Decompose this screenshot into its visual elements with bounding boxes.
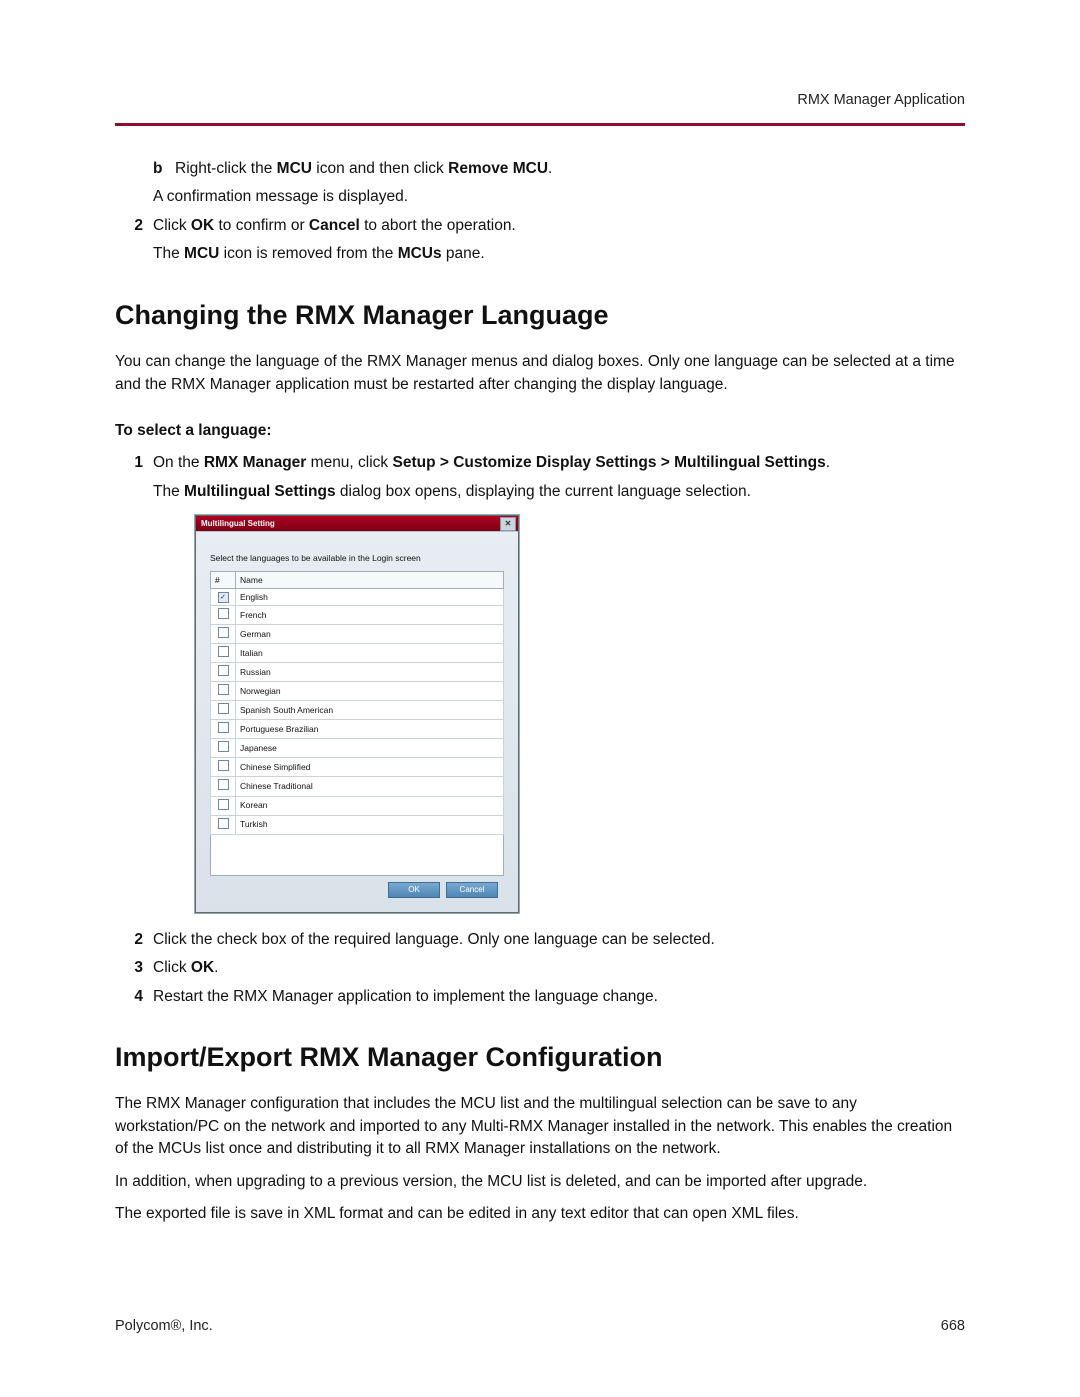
substep-label-b: b: [153, 158, 175, 180]
col-name: Name: [236, 571, 504, 588]
import-export-p1: The RMX Manager configuration that inclu…: [115, 1093, 965, 1160]
language-checkbox-cell[interactable]: ✓: [211, 589, 236, 606]
language-name: Japanese: [236, 739, 504, 758]
language-checkbox-cell[interactable]: [211, 720, 236, 739]
multilingual-setting-dialog: Multilingual Setting ✕ Select the langua…: [195, 515, 519, 912]
lang-step-1-marker: 1: [115, 452, 153, 922]
heading-change-language: Changing the RMX Manager Language: [115, 296, 965, 335]
language-name: Turkish: [236, 815, 504, 834]
language-name: Spanish South American: [236, 701, 504, 720]
language-checkbox-cell[interactable]: [211, 758, 236, 777]
footer-page: 668: [941, 1316, 965, 1337]
language-name: French: [236, 606, 504, 625]
language-checkbox-cell[interactable]: [211, 796, 236, 815]
checkbox-icon[interactable]: [218, 646, 229, 657]
lang-step-4-text: Restart the RMX Manager application to i…: [153, 986, 965, 1008]
table-row: Spanish South American: [211, 701, 504, 720]
checkbox-icon[interactable]: [218, 684, 229, 695]
language-name: Russian: [236, 663, 504, 682]
table-row: Italian: [211, 644, 504, 663]
header-section: RMX Manager Application: [115, 90, 965, 111]
table-row: Japanese: [211, 739, 504, 758]
table-row: Norwegian: [211, 682, 504, 701]
lang-step-2-text: Click the check box of the required lang…: [153, 929, 965, 951]
language-checkbox-cell[interactable]: [211, 701, 236, 720]
change-language-lead: You can change the language of the RMX M…: [115, 351, 965, 396]
step-2-note: The MCU icon is removed from the MCUs pa…: [153, 243, 965, 265]
table-row: Turkish: [211, 815, 504, 834]
language-checkbox-cell[interactable]: [211, 663, 236, 682]
checkbox-icon[interactable]: [218, 741, 229, 752]
checkbox-icon[interactable]: [218, 779, 229, 790]
table-row: Russian: [211, 663, 504, 682]
import-export-p3: The exported file is save in XML format …: [115, 1203, 965, 1225]
checkbox-icon[interactable]: [218, 665, 229, 676]
col-check: #: [211, 571, 236, 588]
language-name: German: [236, 625, 504, 644]
close-icon[interactable]: ✕: [500, 517, 516, 531]
table-row: Chinese Simplified: [211, 758, 504, 777]
language-name: Chinese Traditional: [236, 777, 504, 796]
blank-marker: [115, 158, 153, 209]
dialog-blank-area: [210, 835, 504, 876]
language-name: Portuguese Brazilian: [236, 720, 504, 739]
language-name: English: [236, 589, 504, 606]
lang-step-3-text: Click OK.: [153, 957, 965, 979]
step-2-marker: 2: [115, 215, 153, 266]
table-row: Portuguese Brazilian: [211, 720, 504, 739]
language-checkbox-cell[interactable]: [211, 606, 236, 625]
cancel-button[interactable]: Cancel: [446, 882, 498, 898]
checkbox-icon[interactable]: [218, 722, 229, 733]
checkbox-icon[interactable]: [218, 760, 229, 771]
substep-b-note: A confirmation message is displayed.: [153, 186, 965, 208]
lang-step-4-marker: 4: [115, 986, 153, 1008]
subheading-select-language: To select a language:: [115, 420, 965, 442]
language-name: Italian: [236, 644, 504, 663]
language-table: # Name ✓ EnglishFrenchGermanItalianRussia…: [210, 571, 504, 835]
checkbox-icon[interactable]: [218, 627, 229, 638]
heading-import-export: Import/Export RMX Manager Configuration: [115, 1038, 965, 1077]
ok-button[interactable]: OK: [388, 882, 440, 898]
footer-company: Polycom®, Inc.: [115, 1316, 213, 1337]
language-checkbox-cell[interactable]: [211, 739, 236, 758]
table-row: ✓ English: [211, 589, 504, 606]
language-checkbox-cell[interactable]: [211, 682, 236, 701]
table-row: French: [211, 606, 504, 625]
language-checkbox-cell[interactable]: [211, 625, 236, 644]
language-name: Korean: [236, 796, 504, 815]
table-row: German: [211, 625, 504, 644]
lang-step-1-note: The Multilingual Settings dialog box ope…: [153, 481, 965, 503]
checkbox-icon[interactable]: [218, 703, 229, 714]
language-checkbox-cell[interactable]: [211, 777, 236, 796]
checkbox-icon[interactable]: ✓: [218, 592, 229, 603]
lang-step-1-text: On the RMX Manager menu, click Setup > C…: [153, 454, 830, 471]
dialog-caption: Select the languages to be available in …: [210, 552, 504, 564]
table-row: Chinese Traditional: [211, 777, 504, 796]
language-checkbox-cell[interactable]: [211, 815, 236, 834]
language-name: Chinese Simplified: [236, 758, 504, 777]
checkbox-icon[interactable]: [218, 799, 229, 810]
dialog-titlebar: Multilingual Setting ✕: [196, 516, 518, 531]
checkbox-icon[interactable]: [218, 818, 229, 829]
import-export-p2: In addition, when upgrading to a previou…: [115, 1171, 965, 1193]
header-rule: [115, 123, 965, 126]
substep-b-text: Right-click the MCU icon and then click …: [175, 158, 965, 180]
checkbox-icon[interactable]: [218, 608, 229, 619]
language-checkbox-cell[interactable]: [211, 644, 236, 663]
dialog-title-text: Multilingual Setting: [201, 518, 275, 530]
language-name: Norwegian: [236, 682, 504, 701]
lang-step-3-marker: 3: [115, 957, 153, 979]
step-2-text: Click OK to confirm or Cancel to abort t…: [153, 217, 516, 234]
lang-step-2-marker: 2: [115, 929, 153, 951]
table-row: Korean: [211, 796, 504, 815]
